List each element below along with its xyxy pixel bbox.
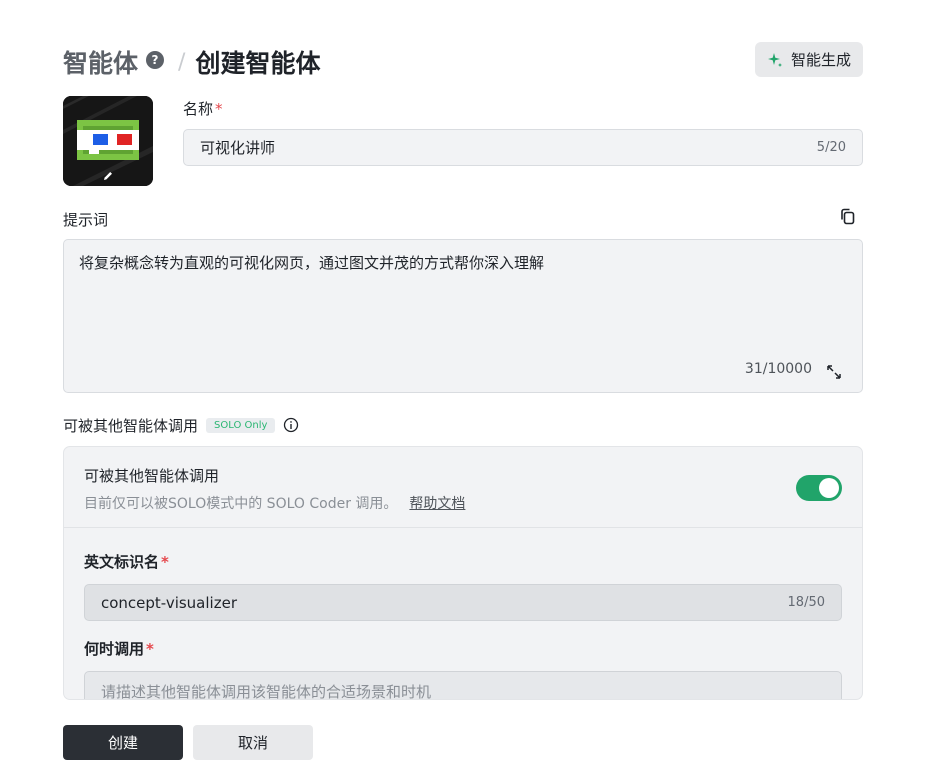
required-mark: * [215, 100, 223, 118]
prompt-textarea[interactable]: 将复杂概念转为直观的可视化网页，通过图文并茂的方式帮你深入理解 31/10000 [63, 239, 863, 393]
callable-panel-description: 目前仅可以被SOLO模式中的 SOLO Coder 调用。 帮助文档 [84, 493, 465, 513]
info-icon[interactable] [283, 417, 299, 433]
name-input[interactable]: 可视化讲师 5/20 [183, 129, 863, 166]
sparkle-icon [767, 52, 783, 68]
agent-avatar[interactable] [63, 96, 153, 186]
smart-generate-button[interactable]: 智能生成 [754, 42, 863, 77]
when-to-call-input[interactable]: 请描述其他智能体调用该智能体的合适场景和时机 [84, 671, 842, 699]
when-to-call-label-text: 何时调用 [84, 640, 145, 658]
english-id-counter: 18/50 [787, 595, 825, 610]
english-id-value[interactable]: concept-visualizer [101, 594, 788, 612]
cancel-button[interactable]: 取消 [193, 725, 313, 760]
prompt-text[interactable]: 将复杂概念转为直观的可视化网页，通过图文并茂的方式帮你深入理解 [79, 254, 544, 272]
name-input-value[interactable]: 可视化讲师 [200, 137, 817, 158]
breadcrumb-parent[interactable]: 智能体 [63, 44, 138, 80]
pencil-icon [104, 172, 112, 180]
solo-only-badge: SOLO Only [206, 417, 276, 433]
smart-generate-label: 智能生成 [790, 51, 851, 69]
callable-section-header: 可被其他智能体调用 SOLO Only [63, 414, 299, 436]
english-id-label-text: 英文标识名 [84, 553, 160, 571]
callable-desc-text: 目前仅可以被SOLO模式中的 SOLO Coder 调用。 [84, 496, 398, 512]
toggle-knob [819, 478, 839, 498]
name-char-counter: 5/20 [816, 140, 846, 155]
page-title: 创建智能体 [195, 49, 321, 78]
help-icon[interactable]: ? [146, 51, 165, 69]
required-mark: * [146, 640, 154, 658]
prompt-label: 提示词 [63, 211, 109, 229]
breadcrumb-separator: / [178, 49, 186, 75]
when-to-call-label: 何时调用 * [84, 638, 154, 659]
create-button[interactable]: 创建 [63, 725, 183, 760]
name-label: 名称 * [183, 98, 223, 119]
callable-label: 可被其他智能体调用 [63, 416, 199, 435]
page-header: 智能体 ? / 创建智能体 智能生成 [63, 42, 863, 82]
expand-icon[interactable] [826, 364, 842, 380]
help-doc-link[interactable]: 帮助文档 [409, 496, 465, 512]
required-mark: * [161, 553, 169, 571]
callable-toggle[interactable] [796, 475, 842, 501]
english-id-input[interactable]: concept-visualizer 18/50 [84, 584, 842, 621]
avatar-edit-button[interactable] [63, 166, 153, 186]
copy-icon[interactable] [838, 207, 858, 227]
callable-toggle-row: 可被其他智能体调用 目前仅可以被SOLO模式中的 SOLO Coder 调用。帮… [64, 447, 862, 528]
english-id-label: 英文标识名 * [84, 551, 169, 572]
callable-settings-panel: 可被其他智能体调用 目前仅可以被SOLO模式中的 SOLO Coder 调用。帮… [63, 446, 863, 700]
prompt-char-counter: 31/10000 [744, 361, 812, 377]
callable-panel-title: 可被其他智能体调用 [84, 467, 220, 485]
name-label-text: 名称 [183, 100, 214, 118]
